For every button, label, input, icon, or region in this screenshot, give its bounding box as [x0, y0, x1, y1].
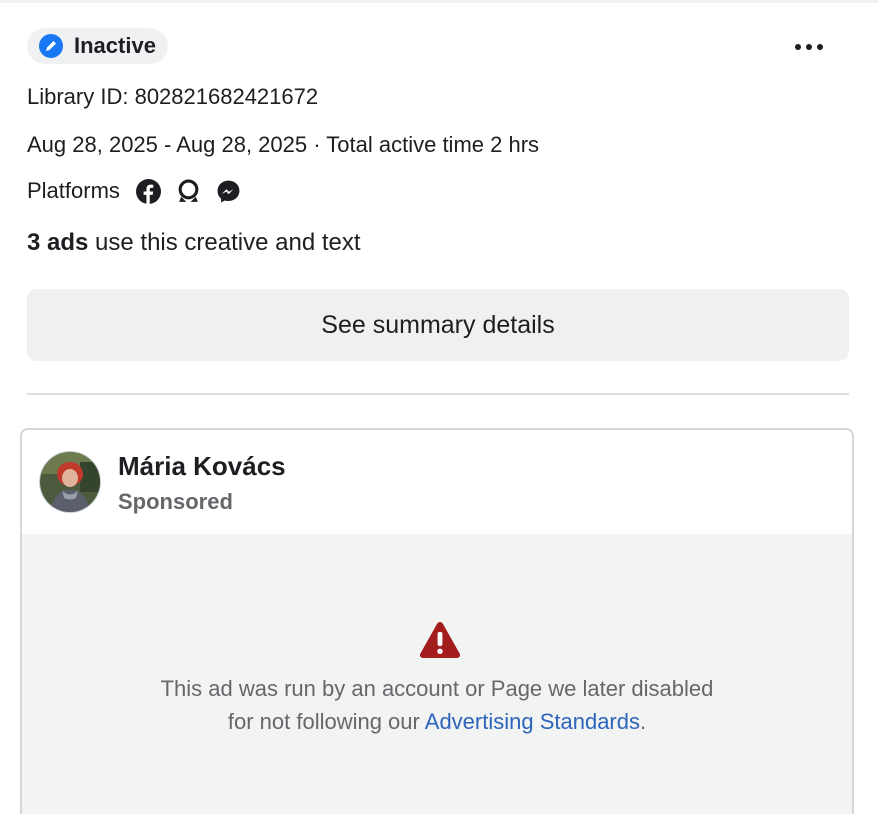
ad-preview-card: Mária Kovács Sponsored This ad was run b… — [20, 428, 854, 814]
notice-line-2: for not following our — [227, 709, 425, 734]
ads-count: 3 ads use this creative and text — [27, 229, 361, 257]
notice-end: . — [640, 709, 647, 734]
audience-network-icon — [176, 178, 202, 204]
sponsored-label: Sponsored — [118, 489, 233, 514]
notice-line-1: This ad was run by an account or Page we… — [160, 676, 714, 701]
ad-disabled-body: This ad was run by an account or Page we… — [22, 534, 852, 814]
more-horizontal-icon — [795, 44, 823, 50]
pencil-circle-icon — [39, 34, 63, 58]
top-divider — [0, 0, 878, 3]
status-badge: Inactive — [27, 28, 168, 64]
see-summary-details-button[interactable]: See summary details — [27, 289, 849, 361]
ads-count-number: 3 ads — [27, 229, 89, 256]
warning-icon — [419, 621, 461, 659]
facebook-icon — [136, 178, 162, 204]
ad-header: Mária Kovács Sponsored — [22, 430, 852, 534]
platforms-label: Platforms — [27, 178, 120, 203]
avatar[interactable] — [39, 451, 101, 513]
ads-count-text: use this creative and text — [88, 229, 361, 256]
library-id: Library ID: 802821682421672 — [27, 84, 319, 109]
more-options-button[interactable] — [788, 30, 830, 64]
messenger-icon — [216, 178, 242, 204]
platforms-row: Platforms — [27, 178, 256, 204]
date-range: Aug 28, 2025 - Aug 28, 2025 · Total acti… — [27, 132, 540, 157]
advertiser-name[interactable]: Mária Kovács — [118, 451, 286, 482]
section-divider — [27, 393, 849, 395]
disabled-notice: This ad was run by an account or Page we… — [22, 672, 852, 738]
ad-library-entry: Inactive Library ID: 802821682421672 Aug… — [0, 0, 878, 814]
status-label: Inactive — [74, 33, 156, 58]
advertising-standards-link[interactable]: Advertising Standards — [425, 709, 640, 734]
